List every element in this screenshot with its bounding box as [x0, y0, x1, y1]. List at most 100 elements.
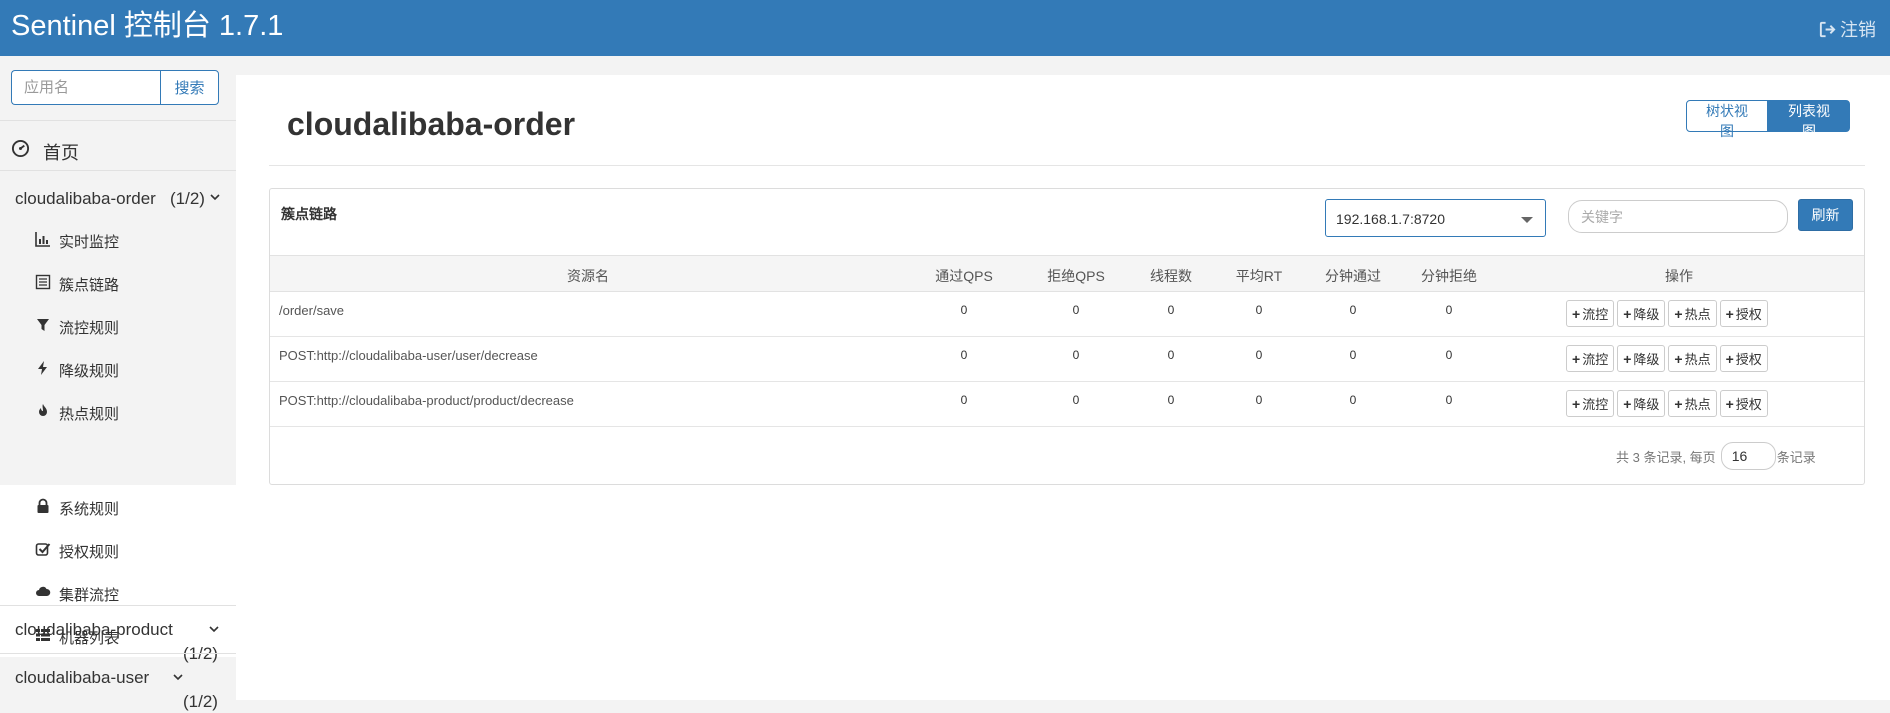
add-hotspot-rule-button[interactable]: + 热点 — [1668, 345, 1717, 372]
resource-card: 簇点链路 192.168.1.7:8720 刷新 资源名 通过QPS 拒绝QPS… — [269, 188, 1865, 485]
list-alt-icon — [35, 274, 51, 290]
minute-pass: 0 — [1349, 393, 1357, 407]
app-search-input[interactable] — [11, 70, 160, 105]
sidebar-item-label: 首页 — [43, 143, 79, 163]
sidebar-app-cloudalibaba-order[interactable]: cloudalibaba-order (1/2) — [0, 171, 236, 219]
fire-icon — [39, 404, 47, 416]
app-brand[interactable]: Sentinel 控制台 1.7.1 — [11, 9, 283, 43]
sidebar-item-degrade-rules[interactable]: 降级规则 — [0, 347, 236, 390]
app-submenu: 实时监控 簇点链路 流控规则 降级规则 热点规则 — [0, 218, 236, 485]
button-label: 流控 — [1582, 307, 1609, 322]
button-label: 授权 — [1735, 352, 1762, 367]
sidebar-item-auth-rules[interactable]: 授权规则 — [0, 528, 236, 571]
caret-down-icon — [1521, 217, 1533, 223]
minute-block: 0 — [1445, 348, 1453, 362]
add-flow-rule-button[interactable]: + 流控 — [1566, 390, 1615, 417]
sidebar-item-label: 授权规则 — [59, 544, 120, 561]
row-actions: + 流控 + 降级 + 热点 + 授权 — [1566, 345, 1768, 372]
table-row: POST:http://cloudalibaba-user/user/decre… — [270, 337, 1864, 382]
sidebar-item-cluster-link[interactable]: 簇点链路 — [0, 261, 236, 304]
minute-block: 0 — [1445, 393, 1453, 407]
flash-icon — [38, 361, 47, 375]
sidebar-item-realtime-monitor[interactable]: 实时监控 — [0, 218, 236, 261]
avg-rt: 0 — [1255, 303, 1263, 317]
keyword-search-input[interactable] — [1568, 200, 1788, 233]
sidebar-item-label: 簇点链路 — [59, 277, 120, 294]
chevron-down-icon — [209, 626, 219, 633]
plus-icon: + — [1572, 350, 1581, 367]
button-label: 授权 — [1735, 397, 1762, 412]
pager-suffix: 条记录 — [1776, 449, 1816, 465]
add-hotspot-rule-button[interactable]: + 热点 — [1668, 390, 1717, 417]
app-count: (1/2) — [183, 692, 218, 711]
row-actions: + 流控 + 降级 + 热点 + 授权 — [1566, 390, 1768, 417]
tree-view-button[interactable]: 树状视图 — [1686, 100, 1768, 139]
sidebar-app-cloudalibaba-user[interactable]: cloudalibaba-user (1/2) — [0, 654, 236, 711]
add-flow-rule-button[interactable]: + 流控 — [1566, 300, 1615, 327]
minute-block: 0 — [1445, 303, 1453, 317]
block-qps: 0 — [1072, 393, 1080, 407]
block-qps: 0 — [1072, 348, 1080, 362]
sidebar-item-label: 系统规则 — [59, 501, 120, 518]
lock-icon — [37, 498, 49, 513]
page-size-input[interactable] — [1720, 442, 1776, 470]
sidebar-app-cloudalibaba-product[interactable]: cloudalibaba-product (1/2) — [0, 606, 236, 663]
plus-icon: + — [1674, 395, 1683, 412]
table-row: /order/save 0 0 0 0 0 0 + 流控 + 降级 + 热点 + 授权 — [270, 292, 1864, 337]
sidebar-item-label: 集群流控 — [59, 587, 120, 604]
resource-name: /order/save — [279, 303, 345, 318]
column-header: 资源名 — [567, 268, 609, 284]
machine-select-value: 192.168.1.7:8720 — [1336, 211, 1445, 227]
plus-icon: + — [1623, 395, 1632, 412]
table-header: 资源名 通过QPS 拒绝QPS 线程数 平均RT 分钟通过 分钟拒绝 操作 — [270, 255, 1864, 292]
sidebar-item-label: 热点规则 — [59, 406, 120, 423]
add-auth-rule-button[interactable]: + 授权 — [1719, 345, 1768, 372]
sidebar-item-label: 流控规则 — [59, 320, 120, 337]
add-auth-rule-button[interactable]: + 授权 — [1719, 390, 1768, 417]
app-search: 搜索 — [11, 70, 219, 105]
add-flow-rule-button[interactable]: + 流控 — [1566, 345, 1615, 372]
column-header: 通过QPS — [935, 268, 993, 284]
logout-link[interactable]: 注销 — [1818, 16, 1876, 42]
add-degrade-rule-button[interactable]: + 降级 — [1617, 390, 1666, 417]
block-qps: 0 — [1072, 303, 1080, 317]
pass-qps: 0 — [960, 393, 968, 407]
refresh-button[interactable]: 刷新 — [1798, 199, 1853, 231]
button-label: 流控 — [1582, 352, 1609, 367]
add-hotspot-rule-button[interactable]: + 热点 — [1668, 300, 1717, 327]
button-label: 热点 — [1684, 397, 1711, 412]
filter-icon — [37, 319, 49, 331]
divider — [0, 120, 236, 121]
list-view-button[interactable]: 列表视图 — [1768, 100, 1850, 139]
cloud-icon — [36, 586, 51, 596]
sidebar-item-label: 降级规则 — [59, 363, 120, 380]
sidebar-item-label: 实时监控 — [59, 234, 120, 251]
dashboard-icon — [11, 139, 30, 158]
sign-out-icon — [1819, 21, 1836, 37]
sidebar-item-home[interactable]: 首页 — [0, 122, 236, 176]
resource-name: POST:http://cloudalibaba-user/user/decre… — [279, 348, 538, 363]
avg-rt: 0 — [1255, 393, 1263, 407]
row-actions: + 流控 + 降级 + 热点 + 授权 — [1566, 300, 1768, 327]
pager-prefix: 共 3 条记录, 每页 — [1616, 449, 1716, 465]
plus-icon: + — [1725, 305, 1734, 322]
plus-icon: + — [1725, 350, 1734, 367]
pass-qps: 0 — [960, 348, 968, 362]
app-count: (1/2) — [170, 189, 205, 208]
view-toggle: 树状视图 列表视图 — [1686, 100, 1850, 139]
app-search-button[interactable]: 搜索 — [160, 70, 219, 105]
thread-count: 0 — [1167, 303, 1175, 317]
sidebar-item-hotspot-rules[interactable]: 热点规则 — [0, 390, 236, 433]
column-header: 线程数 — [1150, 268, 1192, 284]
sidebar-item-flow-rules[interactable]: 流控规则 — [0, 304, 236, 347]
minute-pass: 0 — [1349, 348, 1357, 362]
add-degrade-rule-button[interactable]: + 降级 — [1617, 300, 1666, 327]
machine-select[interactable]: 192.168.1.7:8720 — [1325, 199, 1546, 237]
sidebar-item-system-rules[interactable]: 系统规则 — [0, 485, 236, 528]
add-degrade-rule-button[interactable]: + 降级 — [1617, 345, 1666, 372]
app-name: cloudalibaba-user — [15, 668, 150, 687]
add-auth-rule-button[interactable]: + 授权 — [1719, 300, 1768, 327]
card-title: 簇点链路 — [281, 206, 337, 222]
plus-icon: + — [1725, 395, 1734, 412]
column-header: 操作 — [1665, 268, 1693, 284]
